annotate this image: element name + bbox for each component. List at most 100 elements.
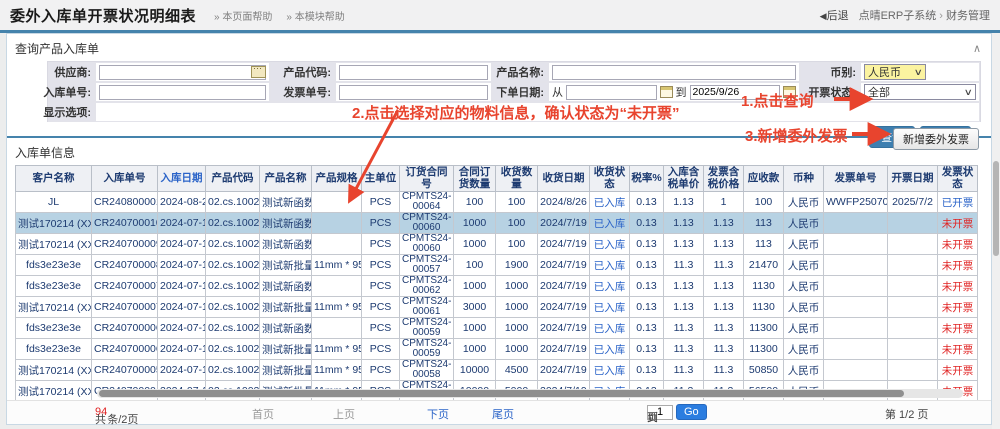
invoice-no-input[interactable]: [339, 85, 488, 100]
table-row[interactable]: 测试170214 (XX)CR2407000052024-07-1902.cs.…: [16, 360, 978, 381]
currency-select[interactable]: 人民币∨: [864, 64, 926, 80]
column-header[interactable]: 入库日期: [158, 166, 206, 192]
add-outsource-invoice-button[interactable]: 新增委外发票: [893, 128, 979, 150]
table-cell: 人民币: [784, 234, 824, 255]
chevron-down-icon: ∨: [964, 87, 973, 98]
table-row[interactable]: 测试170214 (XX)CR2407000092024-07-1902.cs.…: [16, 234, 978, 255]
table-cell: PCS: [362, 234, 400, 255]
table-row[interactable]: JLCR2408000012024-08-2602.cs.100241测试新函数…: [16, 192, 978, 213]
table-cell: CPMTS24-00059: [400, 318, 454, 339]
table-cell: 未开票: [938, 234, 978, 255]
table-cell: fds3e23e3e: [16, 318, 92, 339]
table-cell: 2024/8/26: [538, 192, 590, 213]
table-cell: CPMTS24-00058: [400, 360, 454, 381]
table-row[interactable]: 测试170214 (XX)CR2407000072024-07-1902.cs.…: [16, 297, 978, 318]
table-cell: 11.3: [664, 318, 704, 339]
table-cell: 1000: [496, 276, 538, 297]
table-row[interactable]: fds3e23e3eCR2407000072024-07-1902.cs.100…: [16, 276, 978, 297]
table-cell: [824, 255, 888, 276]
table-cell: 1.13: [704, 297, 744, 318]
first-page-link[interactable]: 首页: [252, 406, 274, 422]
table-cell: 02.cs.100241: [206, 213, 260, 234]
table-cell: CR240800001: [92, 192, 158, 213]
table-cell: CR240700010: [92, 213, 158, 234]
table-row[interactable]: fds3e23e3eCR2407000062024-07-1902.cs.100…: [16, 339, 978, 360]
table-cell: 测试新批量领: [260, 297, 312, 318]
table-row[interactable]: fds3e23e3eCR2407000062024-07-1902.cs.100…: [16, 318, 978, 339]
table-cell: [824, 276, 888, 297]
table-cell: 人民币: [784, 192, 824, 213]
prev-page-link[interactable]: 上页: [333, 406, 355, 422]
table-cell: 未开票: [938, 297, 978, 318]
next-page-link[interactable]: 下页: [427, 406, 449, 422]
table-cell: 1000: [454, 213, 496, 234]
product-name-input[interactable]: [552, 65, 796, 80]
column-header: 开票日期: [888, 166, 938, 192]
table-cell: CPMTS24-00059: [400, 339, 454, 360]
table-cell: 0.13: [630, 339, 664, 360]
table-cell: CR240700007: [92, 276, 158, 297]
table-cell: 0.13: [630, 276, 664, 297]
table-cell: 11mm * 95m: [312, 255, 362, 276]
pagination-bar: 共94条/2页 首页 上页 下页 尾页 到 页 Go 第 1/2 页: [7, 400, 991, 424]
vertical-scrollbar-thumb[interactable]: [993, 161, 999, 256]
date-from-input[interactable]: [566, 85, 657, 100]
table-cell: 2024-07-19: [158, 339, 206, 360]
top-bar: 委外入库单开票状况明细表 » 本页面帮助 » 本模块帮助 ◀后退 点晴ERP子系…: [0, 0, 1000, 30]
table-cell: 测试170214 (XX): [16, 297, 92, 318]
supplier-input[interactable]: [99, 65, 266, 80]
module-help-link[interactable]: » 本模块帮助: [286, 8, 344, 23]
table-header-row: 客户名称入库单号入库日期产品代码产品名称产品规格主单位订货合同号合同订货数量收货…: [16, 166, 978, 192]
table-cell: PCS: [362, 318, 400, 339]
supplier-lookup-icon[interactable]: [251, 66, 266, 78]
table-cell: 100: [454, 192, 496, 213]
table-cell: 2024/7/19 10: [538, 360, 590, 381]
column-header: 入库单号: [92, 166, 158, 192]
order-date-label: 下单日期:: [492, 82, 548, 102]
breadcrumb-system[interactable]: 点晴ERP子系统: [859, 10, 937, 22]
table-cell: 未开票: [938, 360, 978, 381]
table-row[interactable]: fds3e23e3eCR2407000082024-07-1902.cs.100…: [16, 255, 978, 276]
table-cell: [312, 276, 362, 297]
receipt-no-input[interactable]: [99, 85, 266, 100]
table-cell: 11mm * 95m: [312, 360, 362, 381]
table-cell: 10000: [454, 360, 496, 381]
vertical-scrollbar[interactable]: [992, 33, 1000, 429]
page-title: 委外入库单开票状况明细表: [10, 5, 196, 26]
invoice-status-select[interactable]: 全部∨: [864, 84, 976, 100]
last-page-link[interactable]: 尾页: [492, 406, 514, 422]
horizontal-scrollbar-thumb[interactable]: [99, 390, 904, 397]
product-code-input[interactable]: [339, 65, 488, 80]
table-cell: 2024-07-19: [158, 360, 206, 381]
go-button[interactable]: Go: [676, 404, 707, 420]
table-cell: [824, 360, 888, 381]
table-cell: PCS: [362, 255, 400, 276]
table-cell: CPMTS24-00060: [400, 234, 454, 255]
table-cell: 0.13: [630, 234, 664, 255]
table-cell: [888, 234, 938, 255]
table-cell: 2024/7/19 10: [538, 297, 590, 318]
table-cell: 未开票: [938, 318, 978, 339]
table-cell: 11mm * 95m: [312, 339, 362, 360]
table-cell: [888, 318, 938, 339]
table-cell: CPMTS24-00062: [400, 276, 454, 297]
horizontal-scrollbar[interactable]: [97, 389, 963, 398]
column-header: 产品规格: [312, 166, 362, 192]
table-cell: JL: [16, 192, 92, 213]
table-cell: [824, 234, 888, 255]
collapse-icon[interactable]: ∧: [973, 42, 981, 55]
breadcrumb-finance[interactable]: 财务管理: [946, 10, 990, 22]
back-button[interactable]: ◀后退: [820, 7, 849, 23]
table-cell: 1.13: [664, 297, 704, 318]
receipt-table: 客户名称入库单号入库日期产品代码产品名称产品规格主单位订货合同号合同订货数量收货…: [15, 165, 978, 422]
table-cell: 11.3: [704, 339, 744, 360]
table-row[interactable]: 测试170214 (XX)CR2407000102024-07-1902.cs.…: [16, 213, 978, 234]
record-count: 共94条/2页: [95, 406, 107, 418]
page-help-link[interactable]: » 本页面帮助: [214, 8, 272, 23]
invoice-no-label: 发票单号:: [270, 82, 335, 102]
table-cell: 2024/7/19 10: [538, 234, 590, 255]
table-cell: 11.3: [664, 339, 704, 360]
table-cell: 1.13: [664, 276, 704, 297]
table-cell: 100: [744, 192, 784, 213]
calendar-icon[interactable]: [660, 86, 673, 98]
